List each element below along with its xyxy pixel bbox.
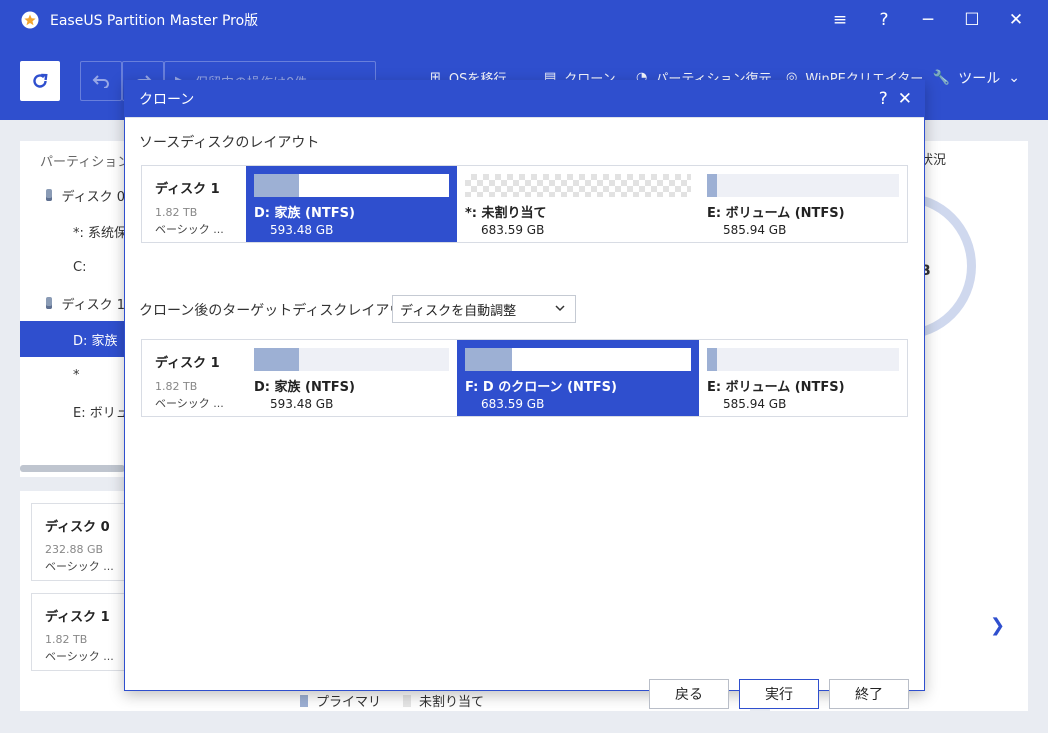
tree-row-disk0[interactable]: ディスク 0 <box>20 177 125 213</box>
partition-size: 585.94 GB <box>723 397 787 411</box>
disk-type: ベーシック ... <box>45 560 114 573</box>
tree-row-unallocated[interactable]: * <box>20 357 125 393</box>
tree-row-disk1[interactable]: ディスク 1 <box>20 285 125 321</box>
partition-size: 585.94 GB <box>723 223 787 237</box>
target-layout-label: クローン後のターゲットディスクレイアウト <box>139 303 418 319</box>
execute-button[interactable]: 実行 <box>739 679 819 709</box>
disk-card-1[interactable]: ディスク 1 1.82 TB ベーシック ... <box>31 593 126 671</box>
usage-fill <box>254 174 299 197</box>
usage-fill <box>465 348 513 371</box>
disk-name: ディスク 1 <box>155 356 220 371</box>
partition-label: F: D のクローン (NTFS) <box>465 380 617 395</box>
finish-button[interactable]: 終了 <box>829 679 909 709</box>
chevron-down-icon <box>555 305 565 312</box>
disk-type: ベーシック ... <box>45 650 114 663</box>
partition-header: パーティション <box>40 155 131 170</box>
dialog-title: クローン <box>139 92 195 108</box>
source-disk-info: ディスク 1 1.82 TB ベーシック ... <box>142 166 246 242</box>
disk-name: ディスク 0 <box>45 520 110 535</box>
refresh-button[interactable] <box>20 61 60 101</box>
app-title: EaseUS Partition Master Pro版 <box>50 13 259 29</box>
chevron-down-icon: ⌄ <box>1008 70 1020 86</box>
usage-bar <box>465 348 691 371</box>
auto-adjust-dropdown[interactable]: ディスクを自動調整 <box>392 295 576 323</box>
usage-bar <box>465 174 691 197</box>
partition-size: 683.59 GB <box>481 397 545 411</box>
source-disk-map: ディスク 1 1.82 TB ベーシック ... D: 家族 (NTFS) 59… <box>141 165 908 243</box>
disk-card-0[interactable]: ディスク 0 232.88 GB ベーシック ... <box>31 503 126 581</box>
dialog-close-icon[interactable]: ✕ <box>898 89 912 109</box>
usage-fill <box>707 174 717 197</box>
usage-bar <box>707 174 899 197</box>
maximize-icon[interactable]: ☐ <box>950 10 994 30</box>
dialog-help-icon[interactable]: ? <box>879 89 888 109</box>
target-disk-info: ディスク 1 1.82 TB ベーシック ... <box>142 340 246 416</box>
usage-bar <box>254 174 449 197</box>
tree-row-d[interactable]: D: 家族 <box>20 321 125 357</box>
target-disk-map: ディスク 1 1.82 TB ベーシック ... D: 家族 (NTFS) 59… <box>141 339 908 417</box>
clone-dialog: クローン ? ✕ ソースディスクのレイアウト ディスク 1 1.82 TB ベー… <box>124 80 925 709</box>
partition-label: *: 未割り当て <box>465 206 547 221</box>
usage-fill <box>254 348 299 371</box>
undo-icon <box>92 75 109 88</box>
tree-row-system-reserved[interactable]: *: 系统保留 <box>20 213 125 249</box>
source-layout-label: ソースディスクのレイアウト <box>139 135 320 151</box>
tools-menu[interactable]: 🔧 ツール ⌄ <box>933 68 1020 88</box>
wrench-icon: 🔧 <box>932 70 951 86</box>
partition-label: E: ボリューム (NTFS) <box>707 380 845 395</box>
source-partition-d[interactable]: D: 家族 (NTFS) 593.48 GB <box>246 166 457 242</box>
legend-primary: プライマリ <box>316 695 382 710</box>
title-bar: EaseUS Partition Master Pro版 ≡ ? ─ ☐ ✕ <box>0 0 1048 40</box>
app-logo-icon <box>20 10 40 30</box>
usage-bar <box>707 348 899 371</box>
target-partition-f-clone[interactable]: F: D のクローン (NTFS) 683.59 GB <box>457 340 699 416</box>
help-icon[interactable]: ? <box>862 10 906 30</box>
menu-icon[interactable]: ≡ <box>818 10 862 30</box>
target-partition-e[interactable]: E: ボリューム (NTFS) 585.94 GB <box>699 340 907 416</box>
back-button[interactable]: 戻る <box>649 679 729 709</box>
tree-row-e[interactable]: E: ボリューム <box>20 393 125 429</box>
unallocated-swatch <box>403 694 412 707</box>
target-partition-d[interactable]: D: 家族 (NTFS) 593.48 GB <box>246 340 457 416</box>
partition-size: 593.48 GB <box>270 397 334 411</box>
horizontal-scrollbar[interactable] <box>20 465 125 472</box>
minimize-icon[interactable]: ─ <box>906 10 950 30</box>
partition-size: 593.48 GB <box>270 223 334 237</box>
source-partition-e[interactable]: E: ボリューム (NTFS) 585.94 GB <box>699 166 907 242</box>
refresh-icon <box>33 73 48 88</box>
disk-type: ベーシック ... <box>155 397 224 410</box>
disk-type: ベーシック ... <box>155 223 224 236</box>
tree-row-c[interactable]: C: <box>20 249 125 285</box>
undo-button[interactable] <box>80 61 122 101</box>
disk-icon <box>46 189 52 201</box>
disk-size: 1.82 TB <box>155 380 198 393</box>
legend: プライマリ 未割り当て <box>300 691 484 710</box>
dialog-title-bar: クローン ? ✕ <box>125 81 924 117</box>
usage-fill <box>707 348 717 371</box>
source-partition-unallocated[interactable]: *: 未割り当て 683.59 GB <box>457 166 699 242</box>
usage-bar <box>254 348 449 371</box>
chevron-right-icon[interactable]: ❯ <box>990 615 1005 636</box>
disk-size: 1.82 TB <box>155 206 198 219</box>
partition-size: 683.59 GB <box>481 223 545 237</box>
close-window-icon[interactable]: ✕ <box>994 10 1038 30</box>
disk-icon <box>46 297 52 309</box>
primary-swatch <box>300 694 308 707</box>
dialog-body: ソースディスクのレイアウト ディスク 1 1.82 TB ベーシック ... D… <box>125 117 924 709</box>
disk-name: ディスク 1 <box>45 610 110 625</box>
disk-name: ディスク 1 <box>155 182 220 197</box>
partition-label: D: 家族 (NTFS) <box>254 380 355 395</box>
disk-size: 1.82 TB <box>45 633 88 646</box>
partition-label: D: 家族 (NTFS) <box>254 206 355 221</box>
legend-unallocated: 未割り当て <box>419 695 485 710</box>
partition-label: E: ボリューム (NTFS) <box>707 206 845 221</box>
dropdown-value: ディスクを自動調整 <box>400 303 517 319</box>
disk-size: 232.88 GB <box>45 543 104 556</box>
